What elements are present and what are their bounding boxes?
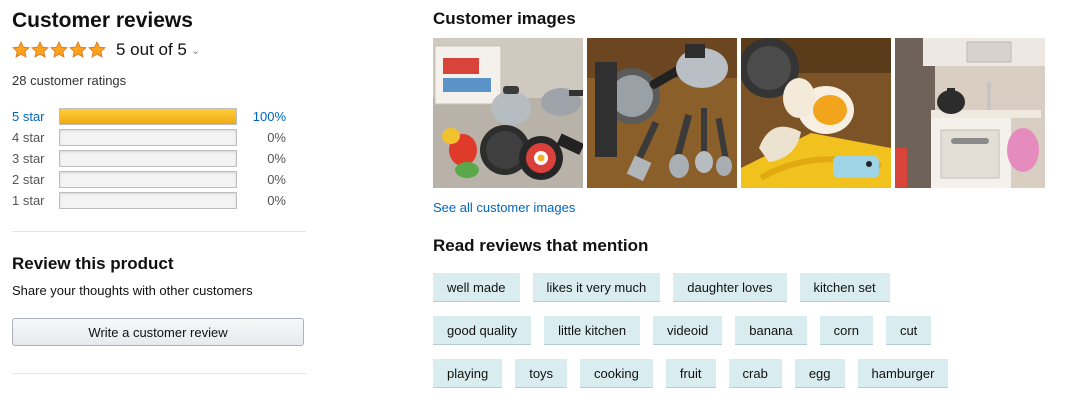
mention-chip[interactable]: egg — [794, 359, 845, 388]
histogram-row-2-star: 2 star 0% — [12, 169, 306, 190]
histogram-label: 4 star — [12, 130, 45, 145]
histogram-label[interactable]: 5 star — [12, 109, 45, 125]
histogram-label: 2 star — [12, 172, 45, 187]
chip-row: well made likes it very much daughter lo… — [433, 273, 1063, 302]
star-icon — [88, 41, 106, 58]
chip-row: good quality little kitchen videoid bana… — [433, 316, 1063, 345]
write-review-button[interactable]: Write a customer review — [12, 318, 304, 346]
histogram-percent: 0% — [267, 130, 286, 145]
total-ratings: 28 customer ratings — [12, 73, 127, 88]
mention-chip[interactable]: playing — [433, 359, 503, 388]
histogram-bar — [59, 150, 237, 167]
star-icon — [69, 41, 87, 58]
rating-histogram: 5 star 100% 4 star 0% 3 star 0% 2 star 0… — [12, 106, 306, 211]
mention-chip[interactable]: likes it very much — [532, 273, 661, 302]
histogram-fill — [60, 109, 236, 124]
mention-chip[interactable]: fruit — [665, 359, 716, 388]
histogram-label: 1 star — [12, 193, 45, 208]
star-icon — [31, 41, 49, 58]
customer-image-thumbnail[interactable] — [741, 38, 891, 188]
histogram-label: 3 star — [12, 151, 45, 166]
customer-images-strip — [433, 38, 1045, 188]
mention-chip[interactable]: cut — [885, 316, 932, 345]
histogram-row-5-star[interactable]: 5 star 100% — [12, 106, 306, 127]
review-product-subtitle: Share your thoughts with other customers — [12, 283, 253, 298]
mention-chip[interactable]: banana — [735, 316, 807, 345]
chevron-down-icon[interactable]: ⌄ — [191, 44, 200, 57]
histogram-percent[interactable]: 100% — [253, 109, 286, 125]
histogram-bar — [59, 192, 237, 209]
mention-chip[interactable]: daughter loves — [673, 273, 787, 302]
mention-chips: well made likes it very much daughter lo… — [433, 273, 1063, 402]
rating-text: 5 out of 5 — [116, 40, 187, 59]
mention-chip[interactable]: little kitchen — [544, 316, 641, 345]
mention-chip[interactable]: corn — [819, 316, 873, 345]
see-all-images-link[interactable]: See all customer images — [433, 200, 575, 216]
histogram-bar — [59, 129, 237, 146]
customer-image-thumbnail[interactable] — [433, 38, 583, 188]
histogram-row-4-star: 4 star 0% — [12, 127, 306, 148]
histogram-percent: 0% — [267, 151, 286, 166]
mention-chip[interactable]: cooking — [580, 359, 653, 388]
histogram-percent: 0% — [267, 193, 286, 208]
mentions-title: Read reviews that mention — [433, 236, 649, 255]
mention-chip[interactable]: toys — [515, 359, 568, 388]
histogram-row-3-star: 3 star 0% — [12, 148, 306, 169]
mention-chip[interactable]: good quality — [433, 316, 532, 345]
histogram-row-1-star: 1 star 0% — [12, 190, 306, 211]
mention-chip[interactable]: hamburger — [857, 359, 949, 388]
mention-chip[interactable]: kitchen set — [799, 273, 890, 302]
star-icon — [50, 41, 68, 58]
histogram-bar[interactable] — [59, 108, 237, 125]
review-product-title: Review this product — [12, 254, 174, 273]
customer-images-title: Customer images — [433, 9, 576, 28]
reviews-title: Customer reviews — [12, 9, 193, 32]
customer-image-thumbnail[interactable] — [587, 38, 737, 188]
mention-chip[interactable]: crab — [728, 359, 782, 388]
histogram-percent: 0% — [267, 172, 286, 187]
average-rating[interactable]: 5 out of 5 ⌄ — [12, 39, 200, 61]
customer-image-thumbnail[interactable] — [895, 38, 1045, 188]
star-icon — [12, 41, 30, 58]
chip-row: playing toys cooking fruit crab egg hamb… — [433, 359, 1063, 388]
section-divider — [12, 231, 306, 232]
histogram-bar — [59, 171, 237, 188]
section-divider — [12, 373, 306, 374]
star-rating — [12, 41, 106, 59]
mention-chip[interactable]: videoid — [653, 316, 723, 345]
mention-chip[interactable]: well made — [433, 273, 520, 302]
